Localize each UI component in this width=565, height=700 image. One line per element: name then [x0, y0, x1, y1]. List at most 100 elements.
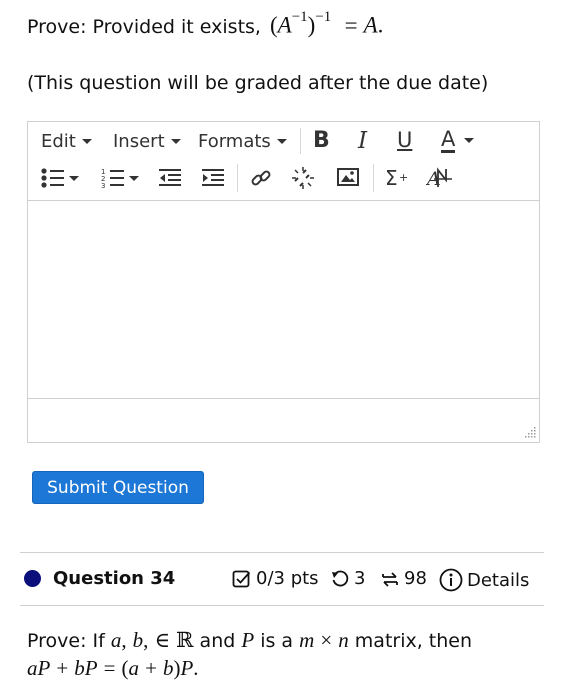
- plus-symbol: +: [56, 656, 69, 680]
- times-symbol: ×: [320, 628, 333, 652]
- matrix-p: P: [37, 656, 51, 680]
- element-of-symbol: ∈: [154, 628, 170, 652]
- svg-text:+: +: [399, 171, 408, 184]
- insert-link-button[interactable]: [249, 166, 273, 190]
- svg-text:Σ: Σ: [385, 166, 398, 190]
- font-color-button[interactable]: A: [441, 127, 475, 153]
- insert-menu-label: Insert: [113, 131, 165, 152]
- edit-menu[interactable]: Edit: [41, 131, 92, 152]
- text-segment: Prove: If: [27, 630, 105, 652]
- details-label: Details: [467, 569, 530, 591]
- sigma-icon: Σ +: [385, 166, 408, 190]
- image-icon: [337, 168, 359, 186]
- attempts-icon: [382, 571, 398, 587]
- question-text: Prove: If a, b, ∈ ℝ and P is a m × n mat…: [27, 627, 547, 683]
- outdent-button[interactable]: [158, 166, 182, 190]
- question-prompt: Prove: Provided it exists, (A−1)−1 = A.: [27, 9, 384, 39]
- details-link[interactable]: Details: [439, 568, 529, 592]
- matrix-p: P: [84, 656, 98, 680]
- remove-link-button[interactable]: [291, 166, 315, 190]
- chevron-down-icon: [69, 175, 79, 181]
- link-icon: [251, 170, 271, 186]
- attempts-count: 98: [404, 568, 427, 589]
- equals-sign: =: [103, 656, 116, 680]
- underline-button[interactable]: U: [397, 128, 412, 152]
- chemistry-button[interactable]: A: [426, 166, 454, 190]
- comma: ,: [143, 628, 149, 652]
- italic-button[interactable]: I: [358, 128, 367, 154]
- reals-symbol: ℝ: [176, 628, 194, 652]
- font-color-label: A: [441, 127, 456, 153]
- outdent-icon: [159, 169, 181, 186]
- retries-count: 3: [354, 568, 366, 589]
- scalar-b: b: [74, 656, 85, 680]
- insert-math-button[interactable]: Σ +: [385, 166, 411, 190]
- outer-exponent: −1: [315, 9, 332, 25]
- indent-button[interactable]: [201, 166, 225, 190]
- scalar-a: a: [128, 656, 140, 680]
- dim-n: n: [338, 628, 349, 652]
- retries-indicator: 3: [330, 568, 365, 589]
- paren-open: (: [121, 656, 129, 680]
- submit-question-button[interactable]: Submit Question: [32, 471, 204, 504]
- matrix-a: A: [277, 12, 292, 38]
- retry-icon: [332, 570, 349, 586]
- question-title: Question 34: [53, 568, 176, 589]
- bold-button[interactable]: B: [313, 128, 330, 153]
- matrix-p: P: [241, 628, 255, 652]
- formats-menu[interactable]: Formats: [198, 131, 287, 152]
- period: .: [377, 12, 384, 38]
- question-text-line-1: Prove: If a, b, ∈ ℝ and P is a m × n mat…: [27, 627, 547, 655]
- editor-content-area[interactable]: [28, 200, 539, 400]
- scalar-a: a: [110, 628, 122, 652]
- indent-icon: [202, 169, 224, 186]
- grading-note: (This question will be graded after the …: [27, 72, 489, 94]
- plus-symbol: +: [145, 656, 157, 680]
- svg-text:3: 3: [101, 182, 105, 190]
- divider: [20, 605, 544, 606]
- editor-toolbar: Edit Insert Formats B I U A 1 2 3 Σ + A: [28, 122, 539, 201]
- dim-m: m: [299, 628, 315, 652]
- bullet-list-button[interactable]: [40, 166, 79, 190]
- toolbar-divider: [237, 164, 238, 192]
- numbered-list-icon: 1 2 3: [101, 168, 124, 190]
- chemistry-icon: A: [426, 167, 452, 190]
- paren-open: (: [269, 12, 278, 38]
- equals-sign: =: [344, 12, 358, 38]
- bullet-list-icon: [41, 168, 64, 188]
- formats-menu-label: Formats: [198, 131, 271, 152]
- period: .: [193, 656, 199, 680]
- matrix-p: P: [180, 656, 194, 680]
- attempts-indicator: 98: [380, 568, 427, 589]
- status-dot-icon: [24, 570, 41, 587]
- insert-menu[interactable]: Insert: [113, 131, 181, 152]
- editor-status-bar: [28, 398, 539, 442]
- chevron-down-icon: [464, 138, 475, 143]
- text-segment: matrix, then: [354, 630, 473, 652]
- inner-exponent: −1: [291, 9, 308, 25]
- prompt-text: Prove: Provided it exists,: [27, 15, 261, 38]
- chevron-down-icon: [170, 139, 181, 144]
- points-text: 0/3 pts: [256, 568, 319, 589]
- resize-handle-icon[interactable]: [524, 427, 536, 439]
- question-header: Question 34 0/3 pts 3 98 Details: [22, 566, 542, 594]
- rhs-a: A: [363, 12, 378, 38]
- info-icon: [439, 568, 463, 592]
- answer-editor: Edit Insert Formats B I U A 1 2 3 Σ + A: [27, 121, 540, 443]
- scalar-b: b: [132, 628, 144, 652]
- scalar-a: a: [27, 656, 38, 680]
- comma: ,: [121, 628, 127, 652]
- insert-image-button[interactable]: [337, 167, 359, 187]
- toolbar-divider: [300, 128, 301, 154]
- scalar-b: b: [162, 656, 174, 680]
- numbered-list-button[interactable]: 1 2 3: [100, 166, 139, 190]
- text-segment: is a: [260, 630, 294, 652]
- edit-menu-label: Edit: [41, 131, 76, 152]
- checkbox-icon: [232, 570, 251, 587]
- points-indicator: 0/3 pts: [232, 568, 319, 589]
- chevron-down-icon: [81, 139, 92, 144]
- chevron-down-icon: [276, 139, 287, 144]
- question-text-line-2: aP + bP = (a + b)P.: [27, 655, 547, 683]
- toolbar-divider: [373, 164, 374, 192]
- chevron-down-icon: [129, 175, 139, 181]
